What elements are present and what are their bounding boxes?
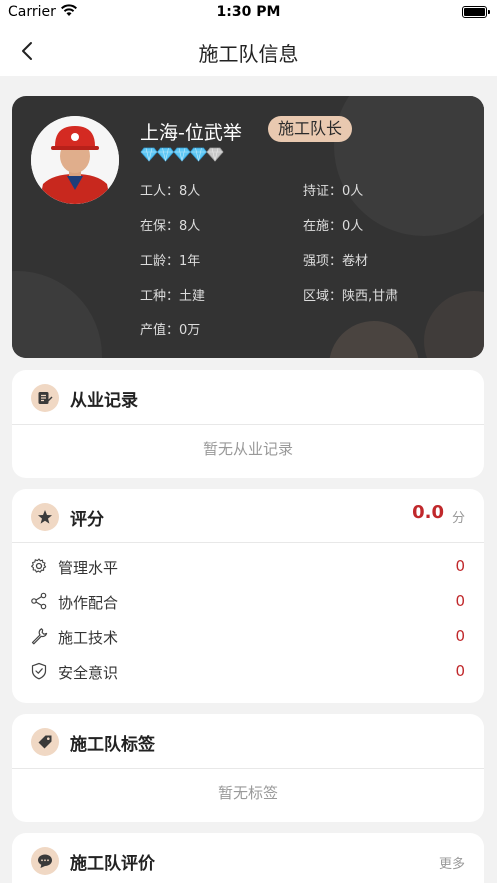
rating-header: 评分 0.0 分 xyxy=(12,489,484,543)
diamond-filled-icon xyxy=(140,147,158,162)
tags-card: 施工队标签 暂无标签 xyxy=(12,714,484,822)
edit-icon xyxy=(31,384,59,412)
diamond-filled-icon xyxy=(156,147,175,162)
metric-safety: 安全意识 0 xyxy=(12,657,484,687)
page-title: 施工队信息 xyxy=(198,42,299,66)
reviews-header: 施工队评价 更多 xyxy=(12,833,484,883)
reviews-card: 施工队评价 更多 xyxy=(12,833,484,883)
reviews-more-link[interactable]: 更多 xyxy=(439,853,465,872)
status-bar: Carrier 1:30 PM xyxy=(0,0,497,26)
info-region: 区域：陕西,甘肃 xyxy=(303,289,399,304)
metric-management: 管理水平 0 xyxy=(12,552,484,582)
share-icon xyxy=(30,592,48,610)
diamond-rating xyxy=(140,146,224,162)
work-history-title: 从业记录 xyxy=(70,391,138,411)
star-icon xyxy=(31,503,59,531)
score-unit: 分 xyxy=(451,511,465,526)
info-strength: 强项：卷材 xyxy=(303,254,369,269)
tags-empty: 暂无标签 xyxy=(217,784,278,802)
team-name: 上海-位武举 xyxy=(140,122,242,144)
team-profile-card: 上海-位武举 施工队长 工人：8人 在保：8人 工龄：1年 工种：土建 产值：0… xyxy=(12,96,484,358)
nav-bar: 施工队信息 xyxy=(0,26,497,76)
info-output: 产值：0万 xyxy=(140,323,201,338)
work-history-empty: 暂无从业记录 xyxy=(202,440,293,458)
gear-icon xyxy=(30,557,48,575)
info-trade: 工种：土建 xyxy=(140,289,206,304)
diamond-filled-icon xyxy=(189,147,208,162)
tag-icon xyxy=(31,728,59,756)
metric-cooperation: 协作配合 0 xyxy=(12,587,484,617)
info-insured: 在保：8人 xyxy=(140,219,201,234)
rating-card: 评分 0.0 分 管理水平 0 协作配合 0 施工技术 0 安全意识 0 xyxy=(12,489,484,703)
work-history-header: 从业记录 xyxy=(12,370,484,424)
metric-technique: 施工技术 0 xyxy=(12,622,484,652)
info-active: 在施：0人 xyxy=(303,219,364,234)
diamond-empty-icon xyxy=(206,147,224,162)
avatar xyxy=(31,116,119,204)
clock: 1:30 PM xyxy=(216,4,281,20)
role-badge: 施工队长 xyxy=(268,116,353,142)
overall-score: 0.0 xyxy=(412,502,444,523)
chat-icon xyxy=(31,847,59,875)
battery-icon xyxy=(462,6,490,18)
diamond-filled-icon xyxy=(173,147,191,162)
work-history-card: 从业记录 暂无从业记录 xyxy=(12,370,484,478)
reviews-title: 施工队评价 xyxy=(70,854,155,874)
tags-header: 施工队标签 xyxy=(12,714,484,768)
info-certified: 持证：0人 xyxy=(303,184,364,199)
tags-title: 施工队标签 xyxy=(70,735,155,755)
info-workers: 工人：8人 xyxy=(140,184,201,199)
wrench-icon xyxy=(30,627,48,645)
rating-title: 评分 xyxy=(70,510,104,530)
info-experience: 工龄：1年 xyxy=(140,254,201,269)
shield-icon xyxy=(30,662,48,680)
